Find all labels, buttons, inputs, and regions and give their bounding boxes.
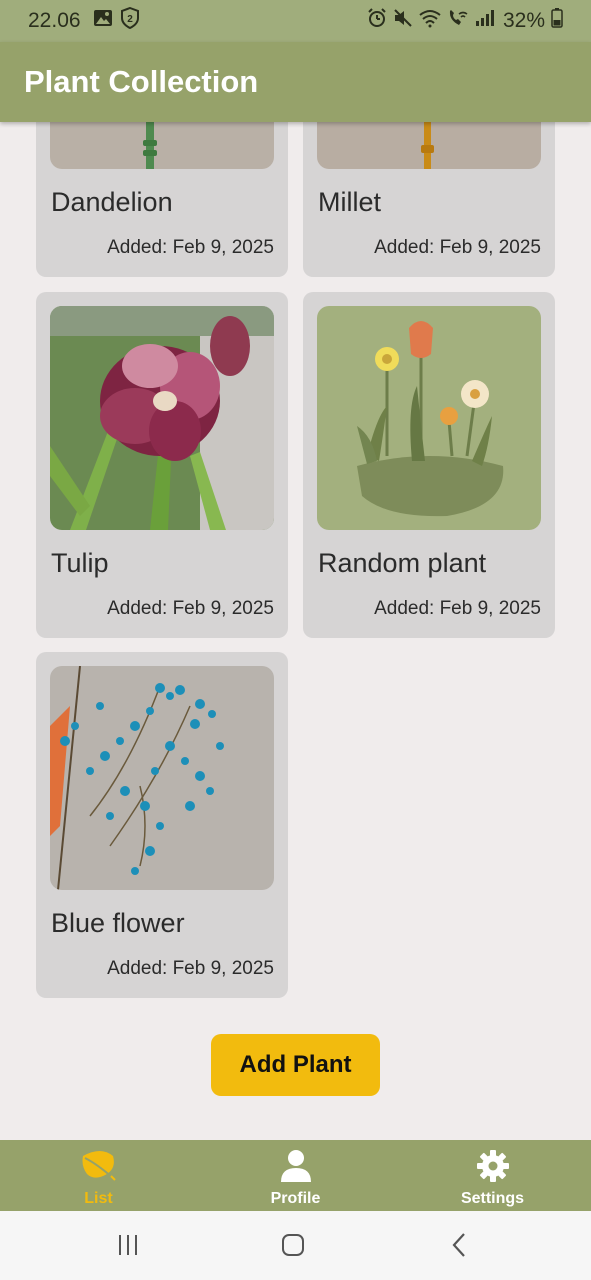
- wifi-call-icon: [447, 8, 469, 34]
- plant-added-date: Added: Feb 9, 2025: [107, 237, 274, 258]
- alarm-icon: [367, 8, 387, 34]
- plant-photo-random-plant: [317, 306, 541, 530]
- plant-added-date: Added: Feb 9, 2025: [107, 958, 274, 979]
- nav-item-list[interactable]: List: [0, 1140, 197, 1211]
- signal-icon: [475, 8, 497, 34]
- status-time: 22.06: [28, 9, 81, 32]
- plant-name: Millet: [318, 187, 382, 217]
- plant-name: Random plant: [318, 548, 487, 578]
- svg-text:2: 2: [127, 14, 133, 25]
- recent-apps-icon[interactable]: [108, 1229, 148, 1261]
- plant-card-millet[interactable]: Millet Added: Feb 9, 2025: [303, 122, 555, 277]
- plant-photo-blue-flower: [50, 666, 274, 890]
- battery-icon: [551, 8, 563, 34]
- plant-card-blue-flower[interactable]: Blue flower Added: Feb 9, 2025: [36, 652, 288, 998]
- plant-added-date: Added: Feb 9, 2025: [374, 598, 541, 619]
- plant-card-tulip[interactable]: Tulip Added: Feb 9, 2025: [36, 292, 288, 638]
- nav-item-profile[interactable]: Profile: [197, 1140, 394, 1211]
- leaf-icon: [0, 1148, 197, 1188]
- plant-name: Blue flower: [51, 908, 185, 938]
- back-icon[interactable]: [440, 1229, 480, 1261]
- plant-added-date: Added: Feb 9, 2025: [107, 598, 274, 619]
- plant-name: Tulip: [51, 548, 109, 578]
- mute-icon: [393, 8, 413, 34]
- plant-added-date: Added: Feb 9, 2025: [374, 237, 541, 258]
- system-nav-bar: [0, 1211, 591, 1280]
- wifi-icon: [419, 8, 441, 34]
- plant-name: Dandelion: [51, 187, 173, 217]
- image-icon: [93, 8, 113, 34]
- page-title: Plant Collection: [24, 64, 259, 99]
- plant-photo-millet: [317, 122, 541, 169]
- person-icon: [197, 1148, 394, 1188]
- plant-photo-dandelion: [50, 122, 274, 169]
- plant-card-random-plant[interactable]: Random plant Added: Feb 9, 2025: [303, 292, 555, 638]
- nav-label: List: [84, 1190, 113, 1207]
- app-bar: Plant Collection: [0, 42, 591, 122]
- nav-label: Settings: [460, 1190, 525, 1207]
- plant-list[interactable]: Dandelion Added: Feb 9, 2025 Millet Adde…: [0, 122, 591, 1140]
- status-bar: 22.06 2 32%: [0, 0, 591, 42]
- nav-item-settings[interactable]: Settings: [394, 1140, 591, 1211]
- gear-icon: [394, 1148, 591, 1188]
- battery-percent: 32%: [502, 9, 545, 32]
- home-icon[interactable]: [273, 1229, 313, 1261]
- add-plant-button[interactable]: Add Plant: [211, 1034, 380, 1096]
- plant-photo-tulip: [50, 306, 274, 530]
- shield-2-icon: 2: [120, 6, 139, 35]
- nav-label: Profile: [270, 1190, 321, 1207]
- plant-card-dandelion[interactable]: Dandelion Added: Feb 9, 2025: [36, 122, 288, 277]
- bottom-nav: List Profile Settings: [0, 1140, 591, 1211]
